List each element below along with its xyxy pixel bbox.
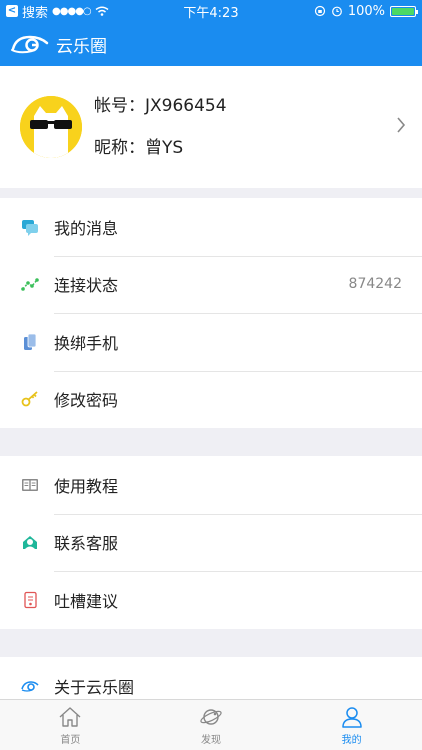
nickname-label: 昵称： <box>94 138 145 158</box>
tab-bar: 首页 发现 我的 <box>0 699 422 750</box>
wifi-icon <box>95 6 109 16</box>
menu-group-help: 使用教程 联系客服 吐槽建议 <box>0 456 422 629</box>
nickname-value: 曾YS <box>145 138 184 158</box>
tab-discover[interactable]: 发现 <box>141 700 282 750</box>
nav-title: 云乐圈 <box>56 36 107 57</box>
profile-card[interactable]: 帐号：JX966454 昵称：曾YS <box>0 66 422 188</box>
tab-label-discover: 发现 <box>201 735 221 746</box>
tab-label-mine: 我的 <box>341 735 362 746</box>
menu-label-change-phone: 换绑手机 <box>54 333 119 353</box>
home-icon <box>59 707 81 727</box>
menu-label-customer-service: 联系客服 <box>54 534 119 554</box>
feedback-icon <box>21 591 39 609</box>
account-line: 帐号：JX966454 <box>94 92 227 134</box>
menu-item-change-phone[interactable]: 换绑手机 <box>0 313 422 371</box>
phone-icon <box>21 333 39 351</box>
rotation-lock-icon <box>314 5 325 17</box>
alarm-icon <box>331 6 342 17</box>
status-bar: < 搜索 ●●●●○ 下午4:23 100% <box>0 0 422 22</box>
menu-label-tutorial: 使用教程 <box>54 476 119 496</box>
book-icon <box>21 476 39 494</box>
signal-icon: ●●●●○ <box>52 5 92 17</box>
back-app-label[interactable]: 搜索 <box>22 2 48 21</box>
menu-label-about: 关于云乐圈 <box>54 677 135 697</box>
menu-item-connection-status[interactable]: 连接状态 874242 <box>0 255 422 314</box>
nav-bar: 云乐圈 <box>0 22 422 66</box>
menu-item-messages[interactable]: 我的消息 <box>0 198 422 256</box>
tab-label-home: 首页 <box>60 735 81 746</box>
menu-label-messages: 我的消息 <box>54 218 119 238</box>
planet-icon <box>200 709 222 725</box>
message-icon <box>21 218 39 236</box>
connection-icon <box>21 275 39 293</box>
battery-icon <box>390 5 418 17</box>
menu-item-feedback[interactable]: 吐槽建议 <box>0 571 422 629</box>
nickname-line: 昵称：曾YS <box>94 134 227 176</box>
tab-home[interactable]: 首页 <box>0 700 141 750</box>
menu-label-feedback: 吐槽建议 <box>54 591 119 611</box>
key-icon <box>21 390 39 408</box>
about-logo-icon <box>21 677 39 695</box>
menu-label-connection-status: 连接状态 <box>54 276 119 296</box>
chevron-right-icon[interactable] <box>396 116 406 134</box>
back-chevron-icon[interactable]: < <box>6 5 18 17</box>
user-icon <box>341 707 362 728</box>
battery-percent: 100% <box>347 3 385 19</box>
avatar-face-icon <box>20 96 82 158</box>
menu-label-change-password: 修改密码 <box>54 391 119 411</box>
tab-mine[interactable]: 我的 <box>281 700 422 750</box>
connection-status-value: 874242 <box>348 276 402 293</box>
account-value: JX966454 <box>145 96 227 116</box>
avatar[interactable] <box>20 96 82 158</box>
menu-group-account: 我的消息 连接状态 874242 换绑手机 修改密码 <box>0 198 422 428</box>
account-label: 帐号： <box>94 96 145 116</box>
app-logo-icon <box>11 35 49 54</box>
menu-item-tutorial[interactable]: 使用教程 <box>0 456 422 514</box>
service-icon <box>21 533 39 551</box>
menu-item-customer-service[interactable]: 联系客服 <box>0 513 422 572</box>
menu-item-change-password[interactable]: 修改密码 <box>0 370 422 429</box>
